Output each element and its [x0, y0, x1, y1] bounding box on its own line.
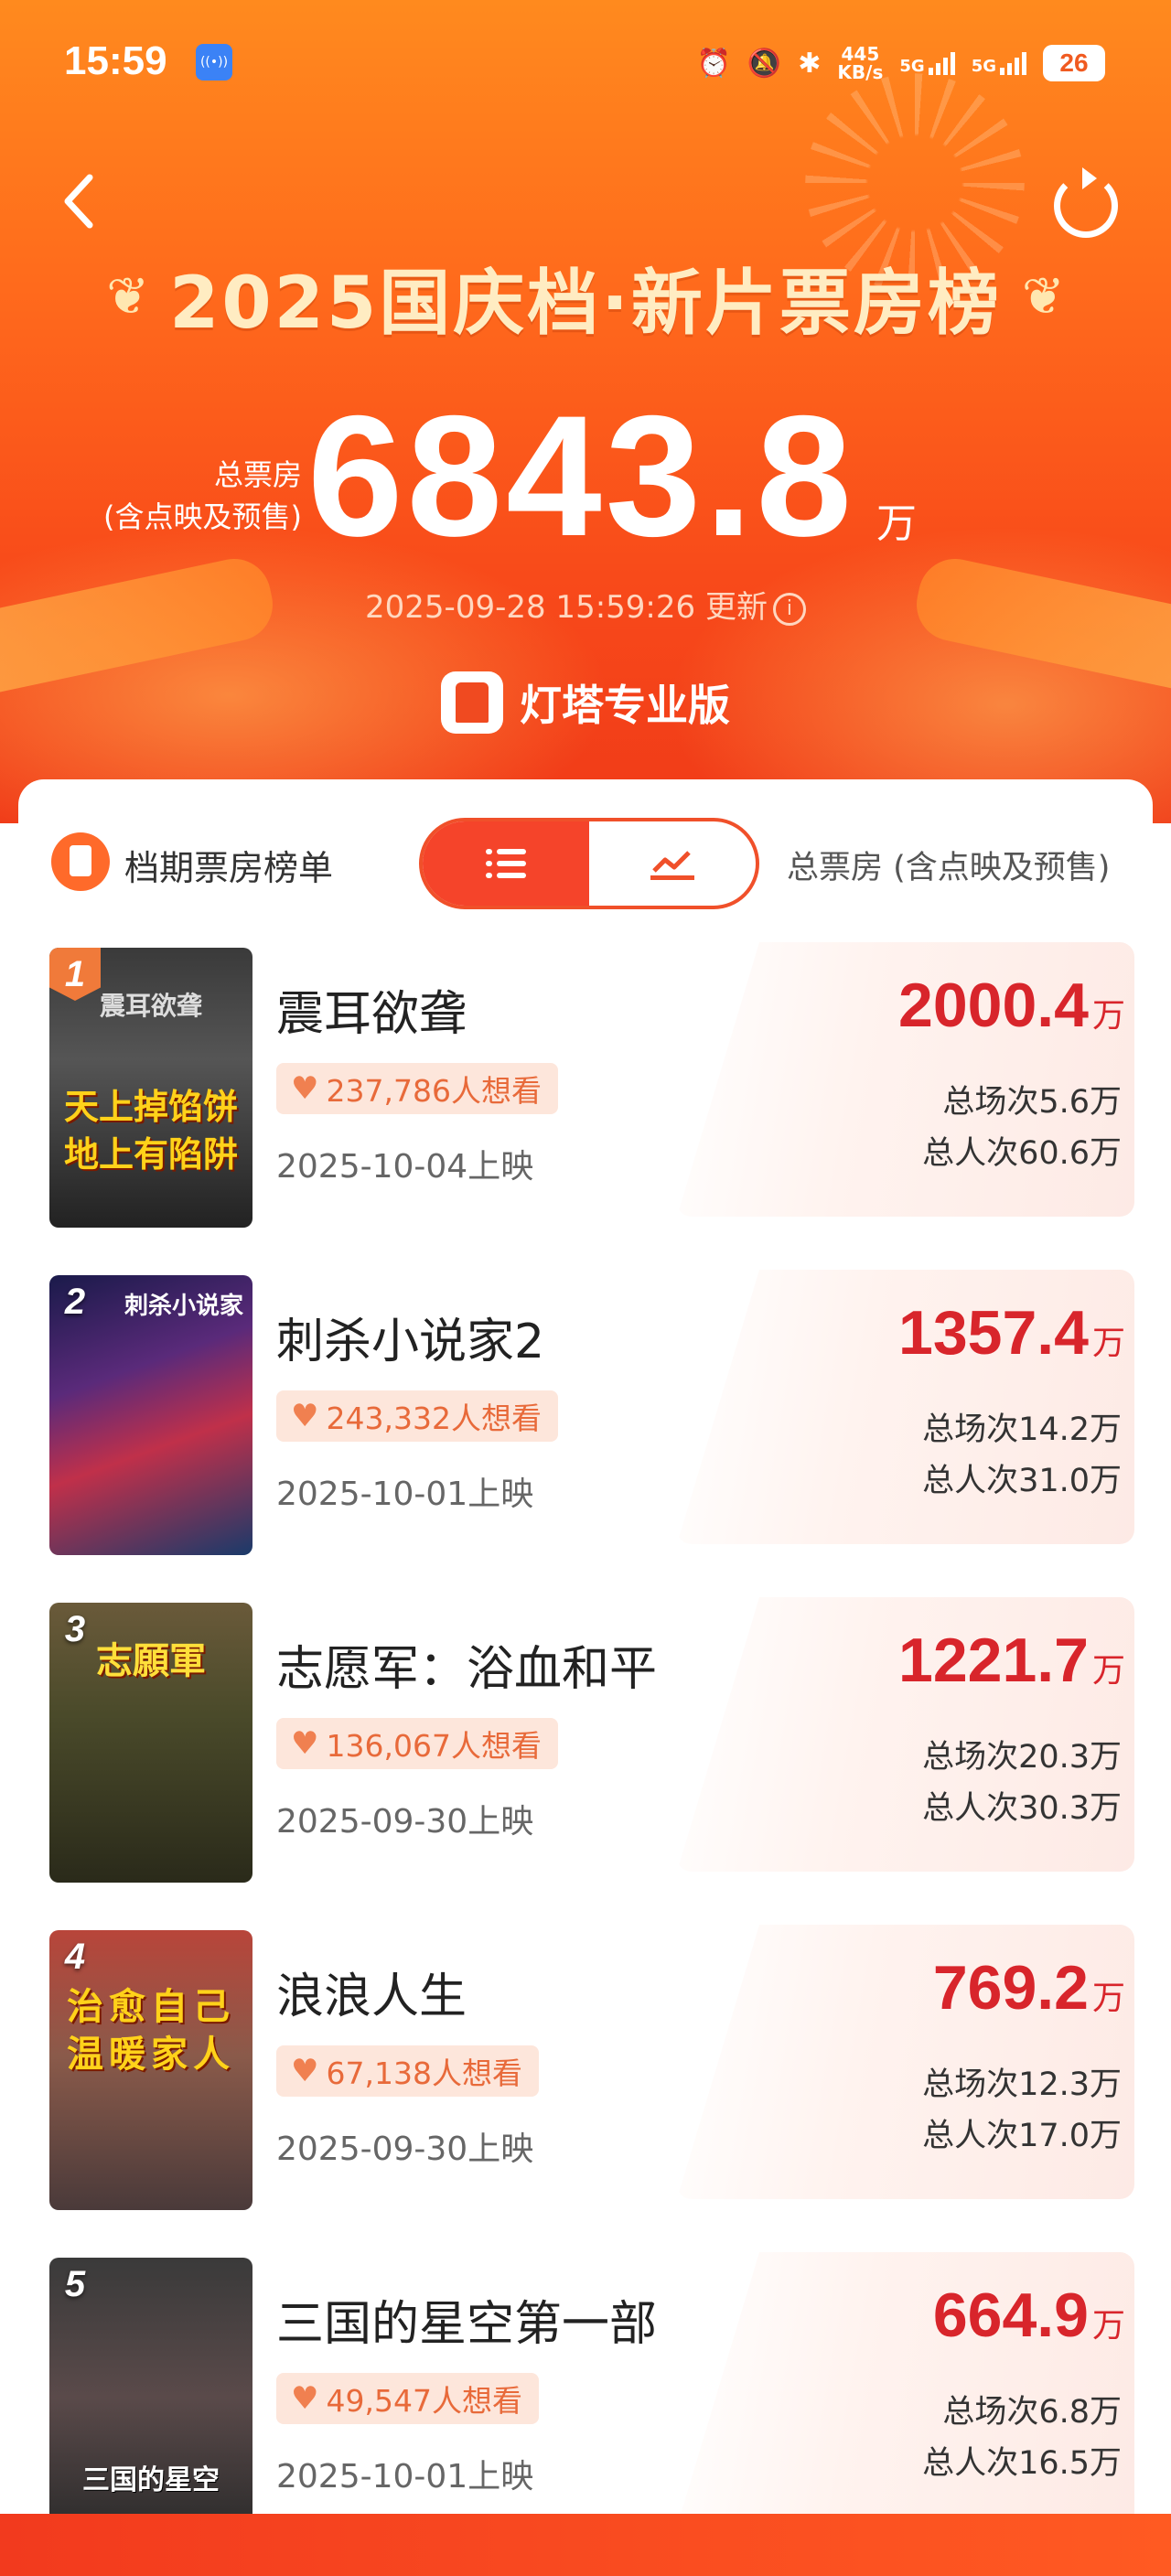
status-time: 15:59 — [64, 38, 167, 83]
total-admissions: 总人次17.0万 — [922, 2118, 1122, 2154]
movie-row[interactable]: 志願軍 3 志愿军：浴血和平 ♥ 136,067人想看 2025-09-30上映 … — [18, 1592, 1153, 1894]
trend-view-button[interactable] — [589, 821, 756, 906]
box-office-value: 1221.7 万 — [898, 1626, 1125, 1695]
heart-icon: ♥ — [291, 1725, 319, 1762]
trend-chart-icon — [650, 847, 694, 880]
heart-icon: ♥ — [291, 1398, 319, 1434]
ranking-header: 档期票房榜单 总票房 (含点映及预售) — [18, 779, 1153, 944]
movie-poster: 刺杀小说家 2 — [49, 1275, 252, 1555]
status-bar: 15:59 ((•)) ⏰ 🔕 ✱ 445 KB/s 5G 5G 26 — [0, 0, 1171, 128]
want-to-watch: ♥ 136,067人想看 — [276, 1718, 558, 1769]
back-button[interactable] — [60, 172, 112, 231]
update-time: 2025-09-28 15:59:26 更新 i — [0, 582, 1171, 627]
header-banner: 15:59 ((•)) ⏰ 🔕 ✱ 445 KB/s 5G 5G 26 ❦ 202… — [0, 0, 1171, 823]
brand: 灯塔专业版 — [0, 666, 1171, 739]
total-shows: 总场次5.6万 — [942, 1084, 1122, 1121]
box-office-value: 664.9 万 — [932, 2281, 1125, 2350]
network-speed: 445 KB/s — [837, 43, 884, 83]
want-to-watch: ♥ 243,332人想看 — [276, 1390, 558, 1442]
movie-poster: 志願軍 3 — [49, 1603, 252, 1883]
total-unit: 万 — [876, 500, 917, 547]
signal-1: 5G — [899, 51, 955, 75]
info-icon[interactable]: i — [772, 592, 806, 626]
total-shows: 总场次14.2万 — [922, 1411, 1122, 1448]
laurel-right-icon: ❦ — [1021, 267, 1065, 327]
total-admissions: 总人次30.3万 — [922, 1790, 1122, 1827]
heart-icon: ♥ — [291, 2053, 319, 2089]
mute-icon: 🔕 — [747, 47, 782, 80]
brand-logo-icon — [441, 671, 503, 734]
signal-bars-icon — [928, 51, 955, 75]
signal-bars-icon — [1000, 51, 1026, 75]
movie-row[interactable]: 震耳欲聋 天上掉馅饼 地上有陷阱 1 震耳欲聋 ♥ 237,786人想看 2025… — [18, 937, 1153, 1239]
ranking-card: 档期票房榜单 总票房 (含点映及预售) 震耳欲聋 天上掉馅饼 地上有陷阱 1 震… — [18, 779, 1153, 2576]
lighthouse-icon — [51, 832, 110, 891]
section-title: 档期票房榜单 — [124, 848, 334, 888]
total-admissions: 总人次16.5万 — [922, 2445, 1122, 2482]
alarm-icon: ⏰ — [696, 47, 731, 80]
list-view-button[interactable] — [423, 821, 589, 906]
status-icons: ⏰ 🔕 ✱ 445 KB/s 5G 5G 26 — [697, 40, 1105, 86]
movie-title: 浪浪人生 — [276, 1970, 467, 2024]
laurel-left-icon: ❦ — [106, 267, 150, 327]
metric-label: 总票房 (含点映及预售) — [787, 850, 1111, 886]
bluetooth-icon: ✱ — [798, 47, 822, 80]
hotspot-icon: ((•)) — [196, 44, 232, 80]
total-shows: 总场次20.3万 — [922, 1739, 1122, 1776]
movie-row[interactable]: 刺杀小说家 2 刺杀小说家2 ♥ 243,332人想看 2025-10-01上映 … — [18, 1264, 1153, 1566]
total-box-office: 总票房 (含点映及预售) 6843.8 万 — [0, 384, 1171, 567]
total-value: 6843.8 — [307, 380, 856, 572]
rank-badge: 5 — [64, 2263, 86, 2304]
release-date: 2025-10-04上映 — [276, 1148, 534, 1186]
box-office-value: 769.2 万 — [932, 1953, 1125, 2023]
heart-icon: ♥ — [291, 2380, 319, 2417]
total-admissions: 总人次60.6万 — [922, 1135, 1122, 1172]
movie-row[interactable]: 三国的星空 5 三国的星空第一部 ♥ 49,547人想看 2025-10-01上映… — [18, 2247, 1153, 2549]
box-office-value: 2000.4 万 — [898, 971, 1125, 1040]
total-label: 总票房 (含点映及预售) — [103, 457, 302, 534]
release-date: 2025-10-01上映 — [276, 1476, 534, 1513]
signal-2: 5G — [972, 51, 1026, 75]
total-shows: 总场次12.3万 — [922, 2066, 1122, 2103]
movie-row[interactable]: 治愈自己 温暖家人 4 浪浪人生 ♥ 67,138人想看 2025-09-30上映… — [18, 1919, 1153, 2221]
movie-title: 震耳欲聋 — [276, 987, 467, 1042]
movie-poster: 治愈自己 温暖家人 4 — [49, 1930, 252, 2210]
title-row: ❦ 2025国庆档·新片票房榜 ❦ — [0, 247, 1171, 348]
movie-title: 刺杀小说家2 — [276, 1315, 545, 1369]
brand-name: 灯塔专业版 — [520, 681, 730, 730]
movie-title: 志愿军：浴血和平 — [276, 1642, 658, 1697]
movie-title: 三国的星空第一部 — [276, 2297, 658, 2352]
release-date: 2025-10-01上映 — [276, 2458, 534, 2496]
battery-icon: 26 — [1043, 45, 1105, 81]
want-to-watch: ♥ 237,786人想看 — [276, 1063, 558, 1114]
heart-icon: ♥ — [291, 1070, 319, 1107]
release-date: 2025-09-30上映 — [276, 1803, 534, 1841]
bottom-bar — [0, 2514, 1171, 2576]
list-icon — [486, 849, 526, 878]
movie-poster: 震耳欲聋 天上掉馅饼 地上有陷阱 1 — [49, 948, 252, 1228]
want-to-watch: ♥ 49,547人想看 — [276, 2373, 539, 2424]
total-admissions: 总人次31.0万 — [922, 1463, 1122, 1499]
view-toggle — [419, 818, 759, 909]
release-date: 2025-09-30上映 — [276, 2131, 534, 2168]
rank-badge: 4 — [64, 1936, 86, 1977]
page-title: 2025国庆档·新片票房榜 — [169, 263, 1002, 345]
want-to-watch: ♥ 67,138人想看 — [276, 2045, 539, 2097]
refresh-button[interactable] — [1054, 167, 1118, 238]
box-office-value: 1357.4 万 — [898, 1298, 1125, 1368]
total-shows: 总场次6.8万 — [942, 2394, 1122, 2431]
movie-poster: 三国的星空 5 — [49, 2258, 252, 2538]
